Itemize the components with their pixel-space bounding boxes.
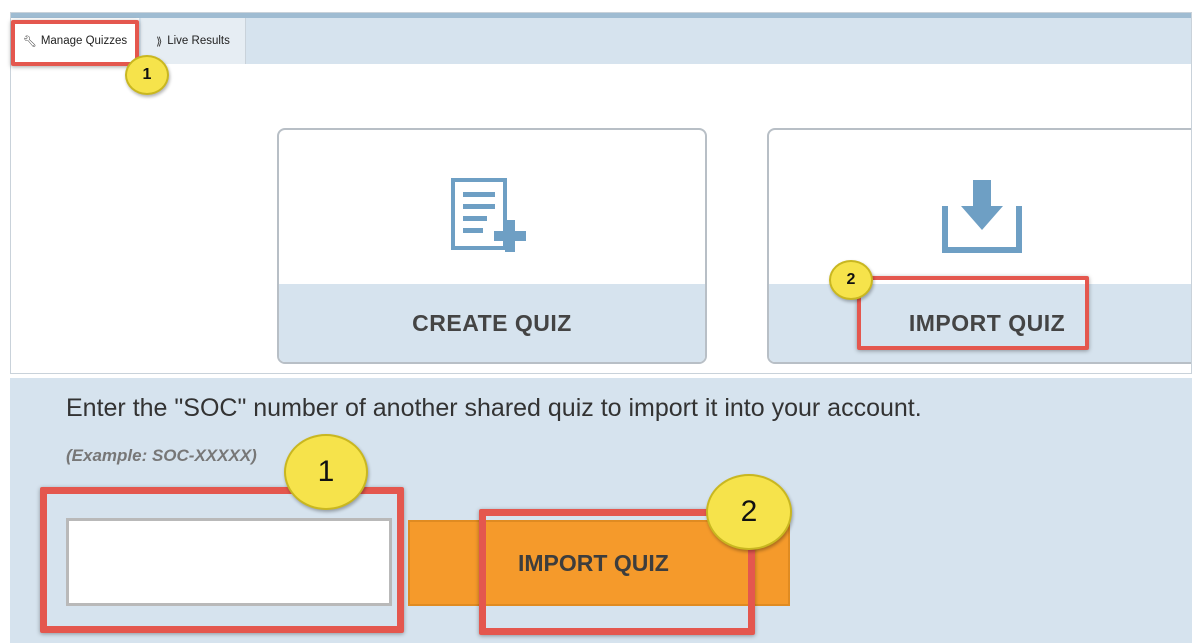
callout-step-2-bottom: 2 bbox=[706, 474, 792, 550]
highlight-soc-input bbox=[40, 487, 404, 633]
highlight-manage-tab bbox=[11, 20, 139, 66]
callout-step-1-bottom: 1 bbox=[284, 434, 368, 510]
highlight-import-card bbox=[857, 276, 1089, 350]
soc-example-hint: (Example: SOC-XXXXX) bbox=[66, 446, 257, 465]
create-quiz-card[interactable]: CREATE QUIZ bbox=[277, 128, 707, 364]
create-quiz-icon bbox=[451, 178, 526, 252]
tab-live-results-label: Live Results bbox=[167, 35, 230, 47]
live-results-icon: ⟫ bbox=[156, 35, 162, 48]
callout-step-1-top: 1 bbox=[125, 55, 169, 95]
import-download-icon bbox=[942, 180, 1022, 253]
tab-bar: 🔧︎ Manage Quizzes ⟫ Live Results bbox=[11, 18, 1191, 64]
callout-step-2-top: 2 bbox=[829, 260, 873, 300]
create-quiz-label: CREATE QUIZ bbox=[279, 284, 705, 362]
import-instruction: Enter the "SOC" number of another shared… bbox=[66, 394, 922, 422]
